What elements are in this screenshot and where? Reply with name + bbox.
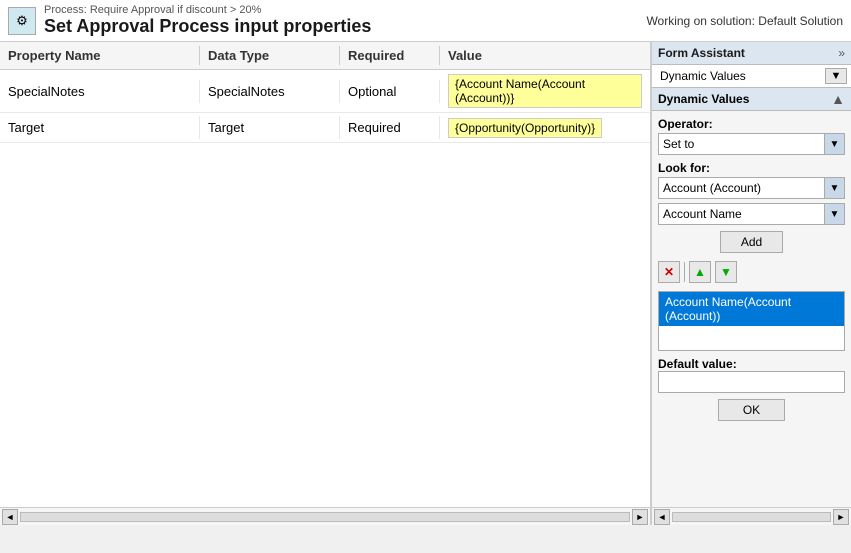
look-for-value: Account (Account): [659, 179, 824, 197]
cell-required-1: Optional: [340, 80, 440, 103]
col-header-value: Value: [440, 46, 650, 65]
col-header-datatype: Data Type: [200, 46, 340, 65]
top-bar: ⚙ Process: Require Approval if discount …: [0, 0, 851, 42]
collapse-icon[interactable]: ▲: [831, 91, 845, 107]
dv-section-header: Dynamic Values ▲: [652, 88, 851, 111]
value-chip-1[interactable]: {Account Name(Account (Account))}: [448, 74, 642, 108]
field-dropdown-arrow[interactable]: ▼: [824, 204, 844, 224]
dynamic-values-row: Dynamic Values ▼: [652, 65, 851, 88]
table-header: Property Name Data Type Required Value: [0, 42, 650, 70]
form-assistant-header: Form Assistant »: [652, 42, 851, 65]
list-item-selected[interactable]: Account Name(Account (Account)): [659, 292, 844, 326]
move-up-button[interactable]: ▲: [689, 261, 711, 283]
cell-datatype-1: SpecialNotes: [200, 80, 340, 103]
form-assistant-title: Form Assistant: [658, 46, 745, 60]
gear-icon: ⚙: [8, 7, 36, 35]
rp-scrollbar-track[interactable]: [672, 512, 831, 522]
page-title: Set Approval Process input properties: [44, 16, 371, 37]
scroll-right-button[interactable]: ►: [632, 509, 648, 525]
table-row: Target Target Required {Opportunity(Oppo…: [0, 113, 650, 143]
look-for-dropdown-arrow[interactable]: ▼: [824, 178, 844, 198]
panel-body: Operator: Set to ▼ Look for: Account (Ac…: [652, 111, 851, 427]
icon-row: ✕ ▲ ▼: [658, 259, 845, 285]
cell-property-1: SpecialNotes: [0, 80, 200, 103]
process-label: Process: Require Approval if discount > …: [44, 4, 371, 16]
cell-required-2: Required: [340, 116, 440, 139]
operator-value: Set to: [659, 135, 824, 153]
cell-value-2[interactable]: {Opportunity(Opportunity)}: [440, 114, 650, 142]
operator-label: Operator:: [658, 117, 845, 131]
operator-field: Operator: Set to ▼: [658, 117, 845, 155]
default-value-input[interactable]: [658, 371, 845, 393]
main-area: Property Name Data Type Required Value S…: [0, 42, 851, 525]
right-panel: Form Assistant » Dynamic Values ▼ Dynami…: [651, 42, 851, 525]
look-for-dropdown[interactable]: Account (Account) ▼: [658, 177, 845, 199]
left-panel: Property Name Data Type Required Value S…: [0, 42, 651, 525]
dv-section-label: Dynamic Values: [658, 92, 749, 106]
right-panel-scrollbar: ◄ ►: [652, 507, 851, 525]
move-down-button[interactable]: ▼: [715, 261, 737, 283]
add-button[interactable]: Add: [720, 231, 783, 253]
value-chip-2[interactable]: {Opportunity(Opportunity)}: [448, 118, 602, 138]
default-value-label: Default value:: [658, 357, 845, 371]
top-bar-text: Process: Require Approval if discount > …: [44, 4, 371, 37]
default-value-field: Default value:: [658, 357, 845, 393]
bottom-scrollbar: ◄ ►: [0, 507, 650, 525]
ok-button[interactable]: OK: [718, 399, 785, 421]
divider: [684, 262, 685, 282]
cell-property-2: Target: [0, 116, 200, 139]
rp-scroll-right-button[interactable]: ►: [833, 509, 849, 525]
field-value: Account Name: [659, 205, 824, 223]
cell-datatype-2: Target: [200, 116, 340, 139]
field-dropdown[interactable]: Account Name ▼: [658, 203, 845, 225]
operator-dropdown-arrow[interactable]: ▼: [824, 134, 844, 154]
delete-button[interactable]: ✕: [658, 261, 680, 283]
look-for-field: Look for: Account (Account) ▼ Account Na…: [658, 161, 845, 225]
rp-scroll-left-button[interactable]: ◄: [654, 509, 670, 525]
table-row: SpecialNotes SpecialNotes Optional {Acco…: [0, 70, 650, 113]
look-for-label: Look for:: [658, 161, 845, 175]
cell-value-1[interactable]: {Account Name(Account (Account))}: [440, 70, 650, 112]
top-bar-left: ⚙ Process: Require Approval if discount …: [8, 4, 371, 37]
dynamic-values-dropdown-btn[interactable]: ▼: [825, 68, 847, 84]
col-header-property: Property Name: [0, 46, 200, 65]
solution-label: Working on solution: Default Solution: [646, 14, 843, 28]
operator-dropdown[interactable]: Set to ▼: [658, 133, 845, 155]
col-header-required: Required: [340, 46, 440, 65]
dynamic-values-label: Dynamic Values: [656, 67, 825, 85]
chevron-icon[interactable]: »: [838, 46, 845, 60]
scrollbar-track[interactable]: [20, 512, 630, 522]
bottom-scroll-area: ◄ ►: [0, 507, 650, 525]
scroll-left-button[interactable]: ◄: [2, 509, 18, 525]
list-box[interactable]: Account Name(Account (Account)): [658, 291, 845, 351]
